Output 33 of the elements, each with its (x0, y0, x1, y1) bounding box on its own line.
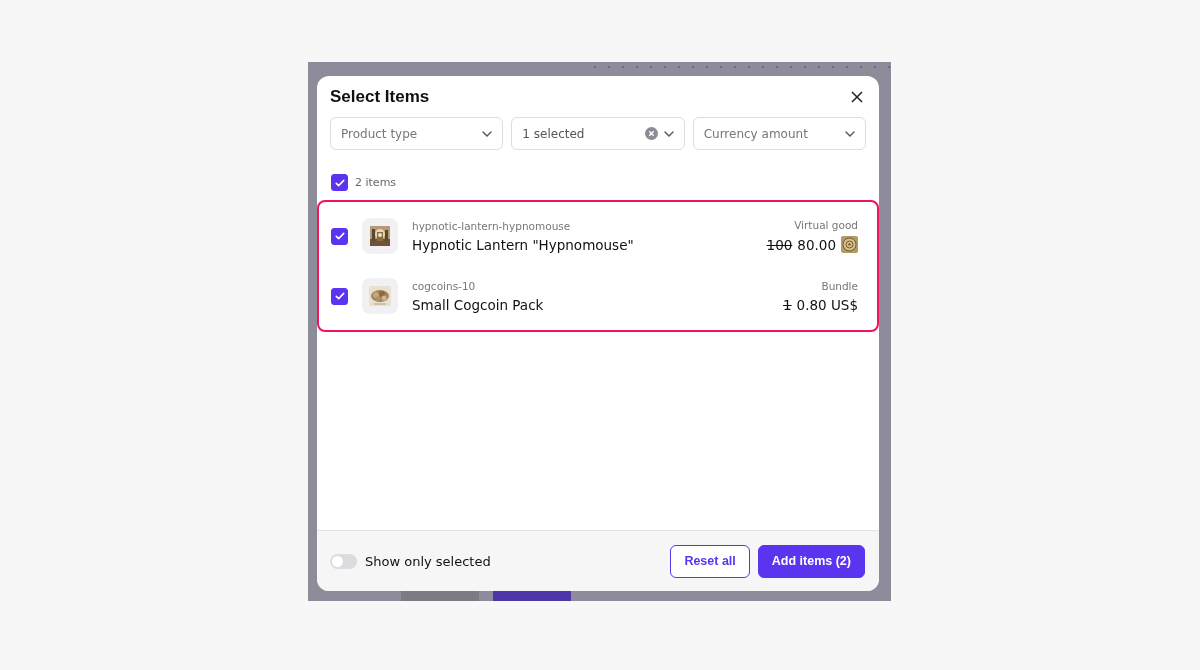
select-all-checkbox[interactable] (331, 174, 348, 191)
filter-dropdown[interactable]: 1 selected (511, 117, 685, 150)
check-icon (333, 290, 346, 302)
filter-dropdown[interactable]: Currency amount (692, 117, 866, 150)
item-price: 0.80 US$ (796, 296, 858, 313)
item-sku: cogcoins-10 (412, 279, 477, 292)
old-price: 1 (783, 296, 792, 313)
item-sku: hypnotic-lantern-hypnomouse (412, 219, 572, 232)
dropdown-placeholder: Product type (341, 126, 419, 141)
filter-dropdown[interactable]: Product type (330, 117, 504, 150)
item-count: 2 items (355, 176, 397, 189)
chevron-down-icon (663, 130, 674, 137)
item-checkbox[interactable] (331, 287, 348, 305)
chevron-down-icon (845, 130, 855, 137)
check-icon (333, 230, 346, 242)
clear-icon[interactable] (644, 127, 658, 140)
old-price: 100 (766, 236, 793, 253)
reset-button[interactable]: Reset all (670, 544, 750, 578)
item-checkbox[interactable] (331, 227, 348, 245)
item-name: Small Cogcoin Pack (412, 296, 545, 313)
toggle-switch[interactable] (330, 553, 357, 569)
coin-icon (841, 236, 858, 253)
chevron-down-icon (482, 130, 493, 137)
item-type: Virtual good (794, 219, 858, 231)
toggle-label: Show only selected (365, 553, 492, 569)
close-icon[interactable] (849, 89, 865, 105)
dropdown-placeholder: Currency amount (703, 126, 809, 141)
add-items-button[interactable]: Add items (2) (757, 544, 865, 578)
dialog-title: Select Items (330, 87, 430, 107)
item-name: Hypnotic Lantern "Hypnomouse" (412, 236, 635, 253)
item-type: Bundle (821, 279, 858, 292)
item-price: 80.00 (797, 236, 836, 253)
dropdown-value: 1 selected (522, 126, 586, 141)
